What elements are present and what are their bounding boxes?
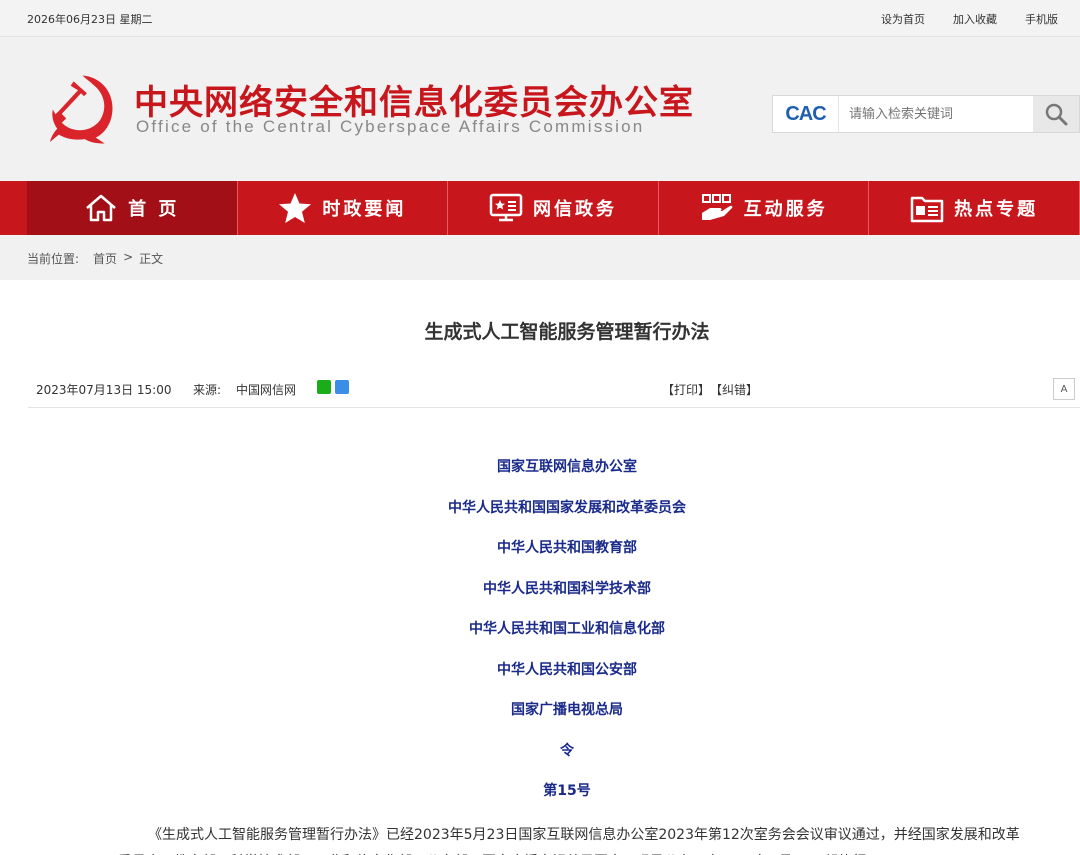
mobile-version-link[interactable]: 手机版 bbox=[1025, 11, 1058, 27]
breadcrumb-current: 正文 bbox=[139, 252, 164, 266]
weibo-share-icon[interactable] bbox=[335, 380, 349, 394]
correction-link[interactable]: 【纠错】 bbox=[710, 381, 758, 398]
source-label: 来源: bbox=[193, 383, 222, 397]
article-actions: 【打印】 【纠错】 bbox=[662, 381, 758, 398]
nav-item-interactive[interactable]: 互动服务 bbox=[659, 181, 870, 235]
article-title: 生成式人工智能服务管理暂行办法 bbox=[424, 321, 710, 343]
main-nav: 首 页 时政要闻 网信政务 互动服务 热点专题 bbox=[0, 181, 1080, 235]
breadcrumb-home[interactable]: 首页 bbox=[93, 250, 117, 267]
top-links: 设为首页 加入收藏 手机版 bbox=[881, 11, 1058, 27]
search-icon bbox=[1045, 103, 1068, 126]
star-icon bbox=[279, 193, 312, 223]
party-emblem-icon bbox=[49, 75, 113, 144]
share-icons bbox=[317, 380, 349, 394]
article-meta: 2023年07月13日 15:00 来源: 中国网信网 【打印】 【纠错】 A bbox=[28, 370, 1080, 408]
order-number: 第15号 bbox=[543, 783, 591, 799]
issuer-line: 国家互联网信息办公室 bbox=[497, 459, 637, 475]
issuer-line: 中华人民共和国教育部 bbox=[497, 540, 637, 556]
cac-logo-text: CAC bbox=[785, 102, 826, 125]
nav-item-topics[interactable]: 热点专题 bbox=[869, 181, 1080, 235]
article-body: 《生成式人工智能服务管理暂行办法》已经2023年5月23日国家互联网信息办公室2… bbox=[118, 827, 1020, 855]
site-title-en: Office of the Central Cyberspace Affairs… bbox=[136, 117, 645, 136]
search-box: CAC bbox=[772, 95, 1080, 133]
search-input[interactable] bbox=[839, 96, 1033, 132]
breadcrumb-bar: 当前位置: 首页 > 正文 bbox=[0, 235, 1080, 280]
breadcrumb-label: 当前位置: bbox=[27, 252, 80, 266]
order-label: 令 bbox=[560, 742, 574, 759]
nav-item-news[interactable]: 时政要闻 bbox=[238, 181, 449, 235]
breadcrumb-separator: > bbox=[123, 250, 134, 264]
nav-item-affairs[interactable]: 网信政务 bbox=[448, 181, 659, 235]
add-favorite-link[interactable]: 加入收藏 bbox=[953, 11, 997, 27]
cac-logo: CAC bbox=[773, 96, 839, 132]
issuer-line: 国家广播电视总局 bbox=[511, 702, 623, 718]
search-button[interactable] bbox=[1033, 96, 1079, 132]
print-link[interactable]: 【打印】 bbox=[662, 381, 710, 398]
nav-label: 互动服务 bbox=[743, 199, 828, 220]
issuer-line: 中华人民共和国国家发展和改革委员会 bbox=[448, 499, 686, 516]
issuer-line: 中华人民共和国工业和信息化部 bbox=[469, 621, 665, 637]
issuer-line: 中华人民共和国公安部 bbox=[497, 661, 637, 678]
font-size-button[interactable]: A bbox=[1053, 378, 1075, 400]
current-date: 2026年06月23日 星期二 bbox=[27, 13, 153, 26]
set-homepage-link[interactable]: 设为首页 bbox=[881, 11, 925, 27]
source-name: 中国网信网 bbox=[236, 383, 297, 397]
issuer-line: 中华人民共和国科学技术部 bbox=[483, 580, 651, 597]
hand-icon bbox=[701, 194, 732, 220]
nav-label: 时政要闻 bbox=[322, 199, 407, 220]
nav-label: 网信政务 bbox=[532, 199, 617, 220]
top-bar: 2026年06月23日 星期二 设为首页 加入收藏 手机版 bbox=[0, 0, 1080, 37]
wechat-share-icon[interactable] bbox=[317, 380, 331, 394]
monitor-icon bbox=[489, 193, 523, 222]
nav-label: 首 页 bbox=[128, 199, 180, 220]
issuer-list: 国家互联网信息办公室 中华人民共和国国家发展和改革委员会 中华人民共和国教育部 … bbox=[0, 455, 1080, 820]
site-header: 中央网络安全和信息化委员会办公室 Office of the Central C… bbox=[0, 37, 1080, 181]
folder-icon bbox=[910, 196, 944, 223]
publish-date: 2023年07月13日 15:00 bbox=[36, 383, 172, 397]
nav-item-home[interactable]: 首 页 bbox=[27, 181, 238, 235]
nav-label: 热点专题 bbox=[954, 199, 1039, 220]
font-size-icon: A bbox=[1060, 383, 1068, 395]
home-icon bbox=[86, 194, 116, 222]
breadcrumb: 当前位置: 首页 > 正文 bbox=[27, 250, 163, 267]
